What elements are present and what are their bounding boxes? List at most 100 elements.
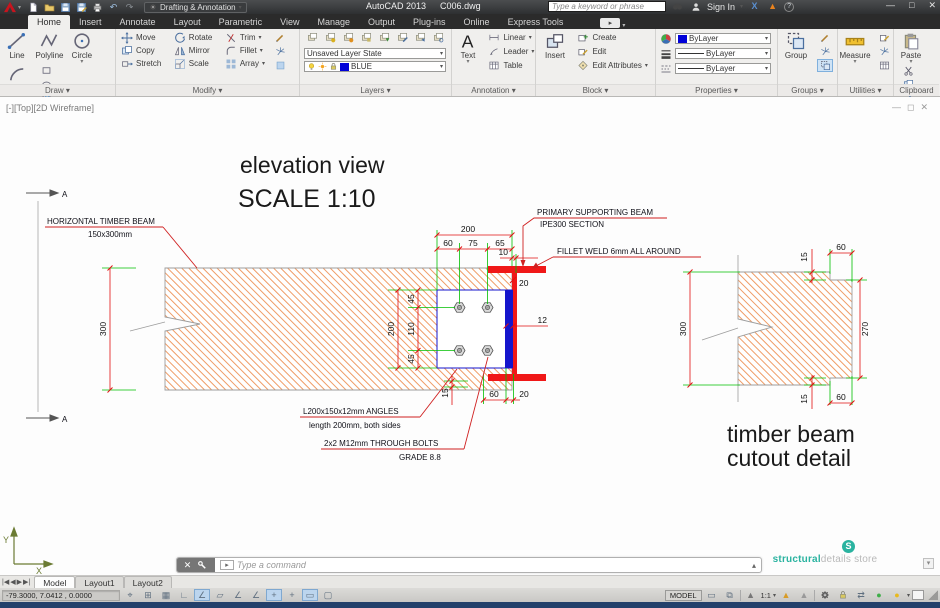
transparency-toggle[interactable]: ▢ xyxy=(320,589,336,601)
command-customize-icon[interactable] xyxy=(197,560,208,571)
annotation-visibility-icon[interactable]: ▲ xyxy=(778,589,794,601)
polyline-tool[interactable]: Polyline xyxy=(35,31,63,60)
trim-tool[interactable]: Trim ▾ xyxy=(225,31,265,44)
layer-state-dropdown[interactable]: Unsaved Layer State▾ xyxy=(304,48,446,59)
scroll-down-icon[interactable]: ▾ xyxy=(923,558,934,569)
layer-isolate-tool[interactable] xyxy=(430,31,446,44)
coordinates-readout[interactable]: -79.3000, 7.0412 , 0.0000 xyxy=(2,590,120,601)
logo-caret-icon[interactable]: ▾ xyxy=(18,4,21,11)
undo-icon[interactable]: ↶ xyxy=(107,2,120,13)
tab-manage[interactable]: Manage xyxy=(308,15,359,29)
annotation-scale-value[interactable]: 1:1 xyxy=(761,591,771,600)
drawing-quickview-icon[interactable]: ⧉ xyxy=(722,589,738,601)
layer-match-tool[interactable] xyxy=(394,31,410,44)
measure-tool[interactable]: Measure▾ xyxy=(841,31,869,64)
command-bar[interactable]: ✕ ▸ ▴ xyxy=(176,557,762,573)
quick-select-tool[interactable] xyxy=(876,31,892,44)
osnap-3d-toggle[interactable]: ∠ xyxy=(230,589,246,601)
tab-home[interactable]: Home xyxy=(28,15,70,29)
autoscale-icon[interactable]: ▲ xyxy=(796,589,812,601)
tab-express-tools[interactable]: Express Tools xyxy=(499,15,573,29)
panel-label-properties[interactable]: Properties ▾ xyxy=(656,84,777,96)
rectangle-tool[interactable] xyxy=(38,64,54,77)
panel-label-layers[interactable]: Layers ▾ xyxy=(300,84,451,96)
redo-icon[interactable]: ↷ xyxy=(123,2,136,13)
isolate-objects-icon[interactable]: ⇄ xyxy=(853,589,869,601)
toolbar-lock-icon[interactable] xyxy=(835,589,851,601)
clean-screen-icon[interactable]: ● xyxy=(889,589,905,601)
id-point-tool[interactable] xyxy=(876,59,892,72)
fade-tool[interactable] xyxy=(272,59,288,72)
model-space[interactable]: elevation view SCALE 1:10 timber beam cu… xyxy=(0,97,940,575)
layer-dropdown[interactable]: BLUE ▾ xyxy=(304,61,446,72)
plot-icon[interactable] xyxy=(91,2,104,13)
ortho-toggle[interactable]: ∟ xyxy=(176,589,192,601)
mirror-tool[interactable]: Mirror xyxy=(174,44,213,57)
group-selection-toggle[interactable] xyxy=(817,59,833,72)
workspace-gear-icon-status[interactable] xyxy=(817,589,833,601)
search-input[interactable] xyxy=(548,1,666,12)
array-tool[interactable]: Array ▾ xyxy=(225,57,265,70)
save-icon[interactable] xyxy=(59,2,72,13)
leader-tool[interactable]: Leader ▾ xyxy=(488,45,534,58)
otrack-toggle[interactable]: ∠ xyxy=(248,589,264,601)
layer-current-tool[interactable] xyxy=(376,31,392,44)
copy-tool[interactable]: Copy xyxy=(121,44,161,57)
maximize-button[interactable]: □ xyxy=(909,0,914,11)
sign-in-link[interactable]: Sign In xyxy=(707,2,735,12)
help-icon[interactable]: ? xyxy=(784,2,794,12)
group-tool[interactable]: Group xyxy=(782,31,810,60)
panel-label-draw[interactable]: Draw ▾ xyxy=(0,84,115,96)
command-bar-grip[interactable]: ✕ xyxy=(177,558,215,572)
panel-label-groups[interactable]: Groups ▾ xyxy=(778,84,837,96)
tab-insert[interactable]: Insert xyxy=(70,15,111,29)
ucs-icon[interactable]: Y X xyxy=(3,528,52,575)
command-recent-caret-icon[interactable]: ▴ xyxy=(752,561,756,570)
create-block-tool[interactable]: Create xyxy=(577,31,647,44)
annotation-scale-icon[interactable]: ▲ xyxy=(743,589,759,601)
paste-tool[interactable]: Paste▾ xyxy=(897,31,925,64)
panel-label-utilities[interactable]: Utilities ▾ xyxy=(838,84,893,96)
tab-layout[interactable]: Layout xyxy=(165,15,210,29)
tab-output[interactable]: Output xyxy=(359,15,404,29)
layer-freeze-tool[interactable] xyxy=(340,31,356,44)
cleanscreen-button[interactable] xyxy=(912,590,924,600)
model-space-button[interactable]: MODEL xyxy=(665,590,702,601)
insert-block-tool[interactable]: Insert xyxy=(541,31,569,60)
autocad-logo-icon[interactable] xyxy=(2,1,18,14)
circle-tool[interactable]: Circle▾ xyxy=(68,31,96,64)
stretch-tool[interactable]: Stretch xyxy=(121,57,161,70)
angle-plate[interactable] xyxy=(437,290,513,368)
scale-tool[interactable]: Scale xyxy=(174,57,213,70)
explode-tool[interactable] xyxy=(272,45,288,58)
dynamic-ucs-toggle[interactable]: + xyxy=(266,589,282,601)
table-tool[interactable]: Table xyxy=(488,59,534,72)
tab-annotate[interactable]: Annotate xyxy=(111,15,165,29)
osnap-toggle[interactable]: ▱ xyxy=(212,589,228,601)
fillet-tool[interactable]: Fillet ▾ xyxy=(225,44,265,57)
snap-toggle[interactable]: ⊞ xyxy=(140,589,156,601)
doc-restore-icon[interactable]: ◻ xyxy=(907,102,914,113)
tab-layout2[interactable]: Layout2 xyxy=(124,576,172,588)
viewport-controls[interactable]: [-][Top][2D Wireframe] xyxy=(6,103,94,113)
quick-calc-tool[interactable] xyxy=(876,45,892,58)
media-caret-icon[interactable]: ▾ xyxy=(622,22,625,29)
tab-view[interactable]: View xyxy=(271,15,308,29)
group-edit-tool[interactable] xyxy=(817,45,833,58)
move-tool[interactable]: Move xyxy=(121,31,161,44)
line-tool[interactable]: Line xyxy=(3,31,31,60)
tab-plugins[interactable]: Plug-ins xyxy=(404,15,455,29)
edit-attributes-tool[interactable]: Edit Attributes ▾ xyxy=(577,59,647,72)
new-icon[interactable] xyxy=(27,2,40,13)
linetype-dropdown[interactable]: ByLayer▾ xyxy=(675,63,771,74)
annotation-scale-caret-icon[interactable]: ▾ xyxy=(773,592,776,599)
grid-toggle[interactable]: ▦ xyxy=(158,589,174,601)
layout-tab-nav[interactable]: |◀◀▶▶| xyxy=(2,578,30,586)
text-tool[interactable]: Text▾ xyxy=(456,31,480,64)
search-icon[interactable] xyxy=(671,1,684,12)
minimize-button[interactable]: — xyxy=(886,0,895,11)
object-color-dropdown[interactable]: ByLayer▾ xyxy=(675,33,771,44)
open-icon[interactable] xyxy=(43,2,56,13)
close-button[interactable]: ✕ xyxy=(928,0,936,11)
resize-grip[interactable] xyxy=(928,590,938,600)
